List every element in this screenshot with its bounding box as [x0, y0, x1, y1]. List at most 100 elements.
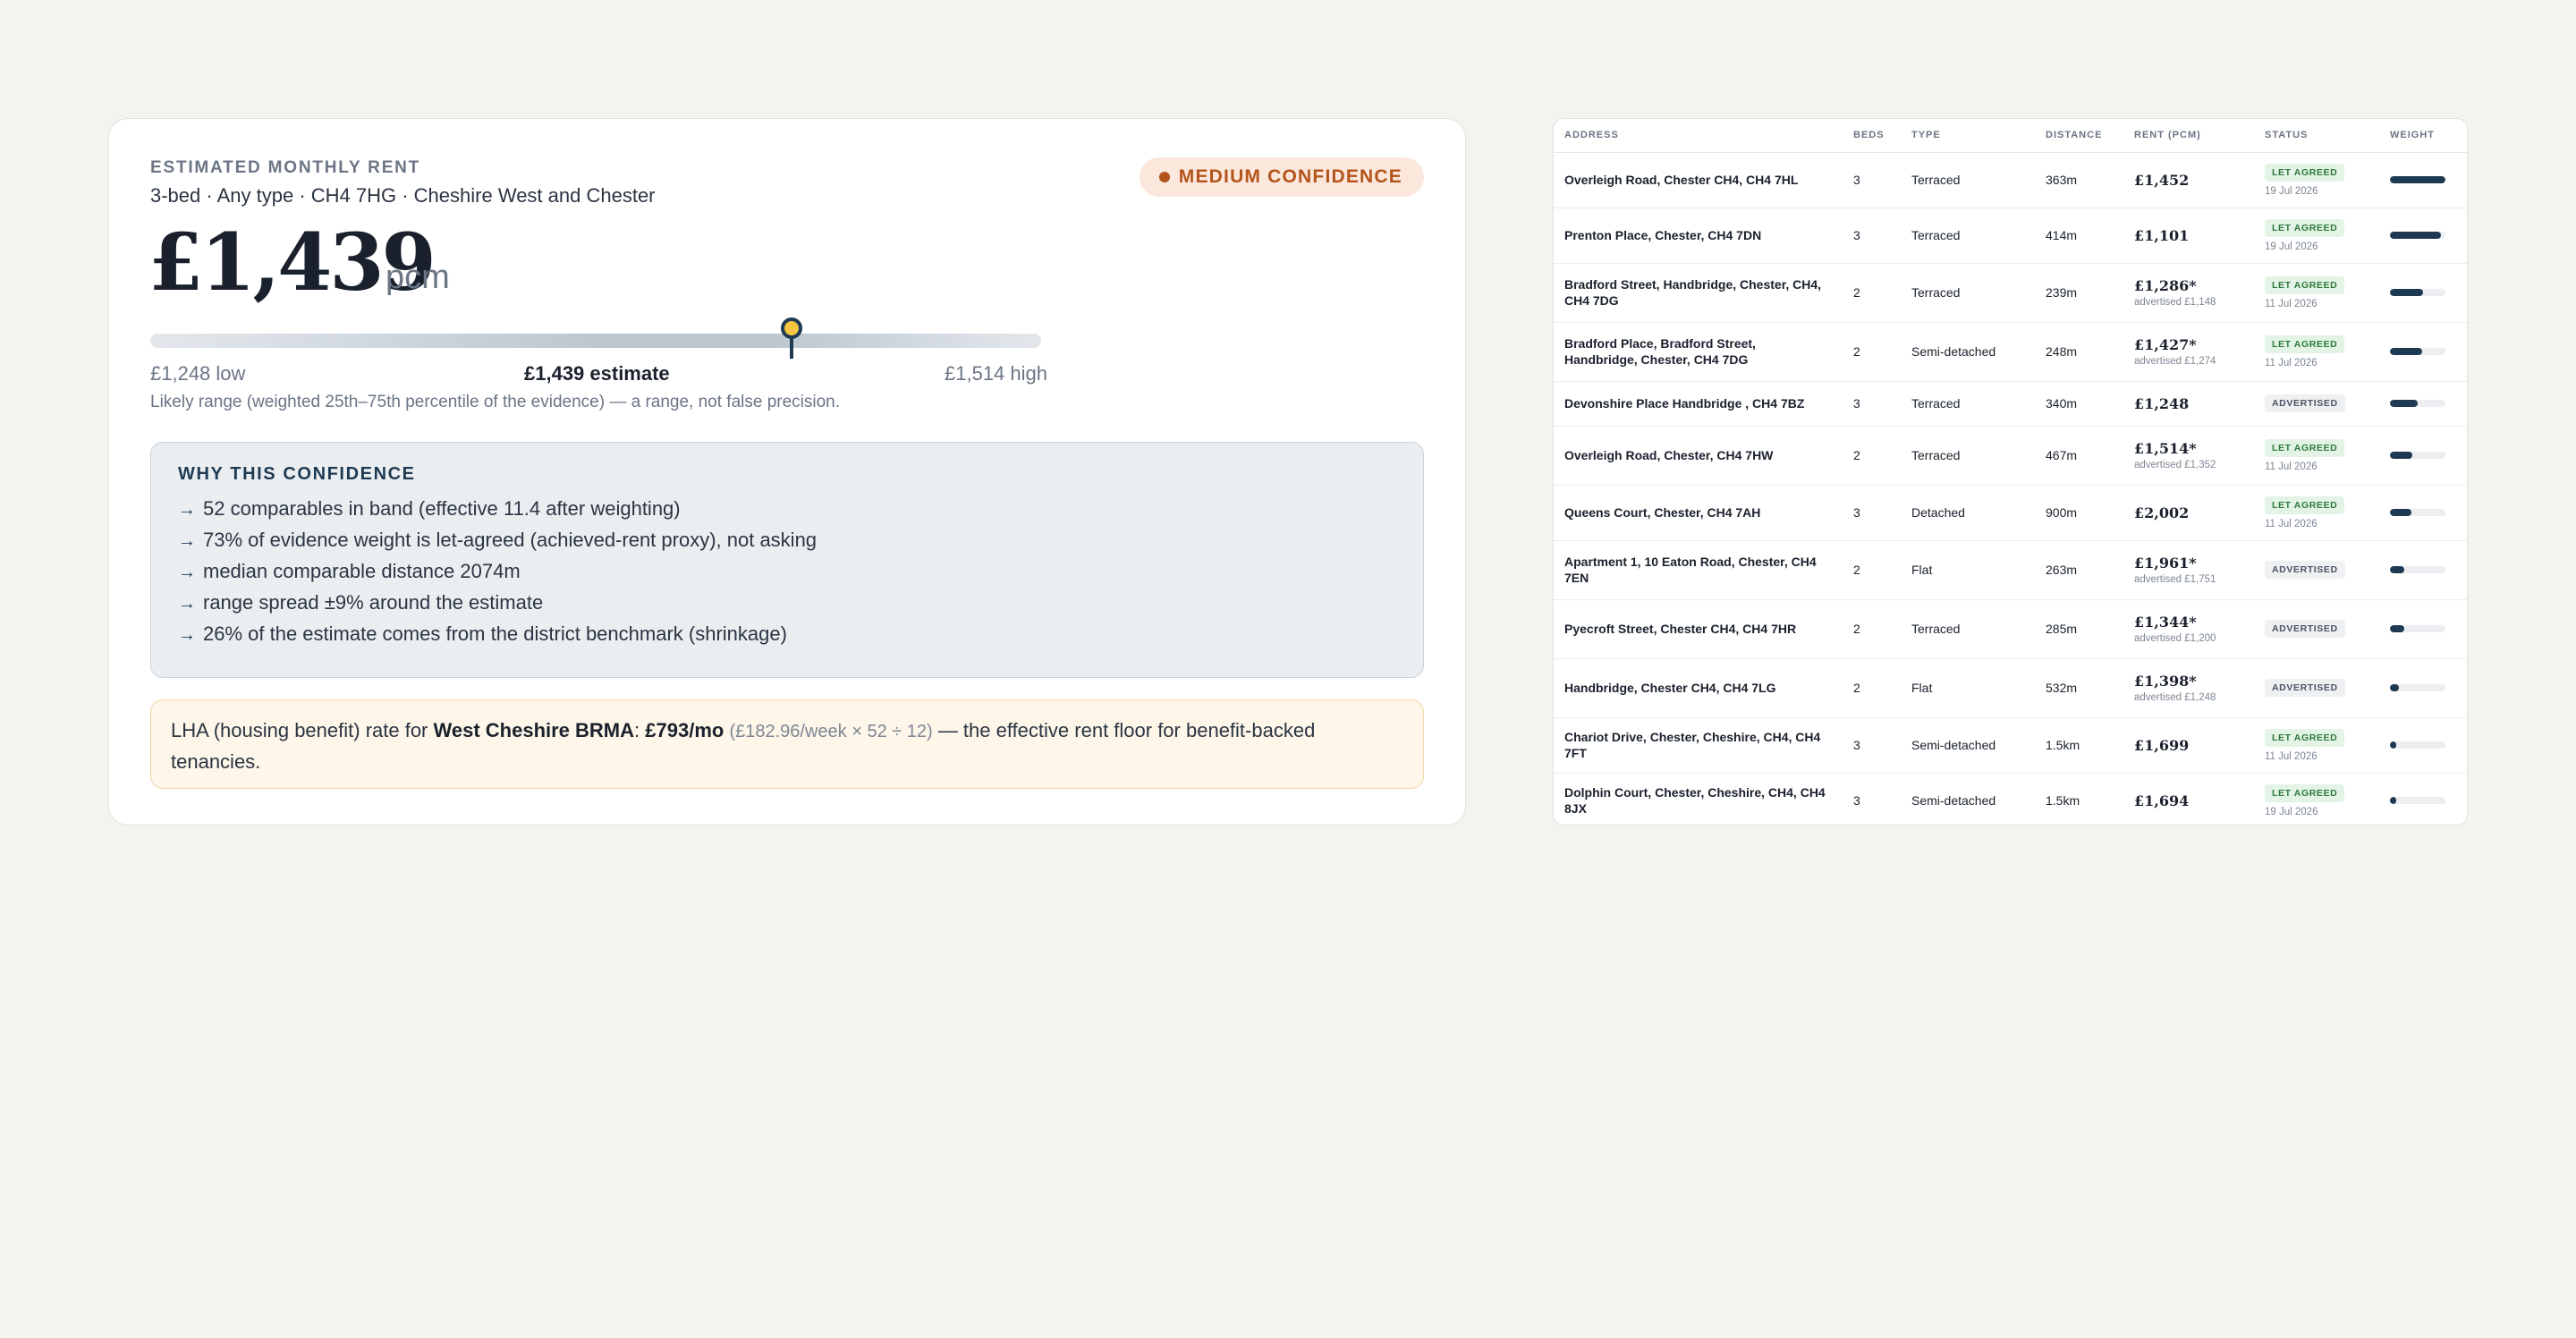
weight-fill: [2390, 566, 2405, 573]
weight-fill: [2390, 232, 2442, 239]
address-text: Handbridge, Chester CH4, CH4 7LG: [1564, 681, 1776, 695]
why-item: → 73% of evidence weight is let-agreed (a…: [178, 529, 1396, 560]
status-badge: LET AGREED: [2265, 495, 2345, 514]
status-date: 11 Jul 2026: [2265, 750, 2318, 762]
cell-distance: 532m: [2035, 658, 2123, 718]
cell-distance: 363m: [2035, 152, 2123, 208]
why-confidence-list: → 52 comparables in band (effective 11.4 …: [178, 497, 1396, 654]
column-header-rent[interactable]: RENT (PCM): [2123, 119, 2254, 153]
marker-stem: [790, 337, 794, 359]
weight-fill: [2390, 400, 2418, 407]
table-row[interactable]: Bradford Place, Bradford Street, Handbri…: [1554, 322, 2467, 382]
column-header-beds[interactable]: BEDS: [1843, 119, 1901, 153]
cell-type: Terraced: [1901, 207, 2035, 264]
table-row[interactable]: Overleigh Road, Chester, CH4 7HW 2 Terrace…: [1554, 426, 2467, 486]
cell-weight: [2379, 207, 2467, 264]
cell-type: Semi-detached: [1901, 773, 2035, 825]
column-header-distance[interactable]: DISTANCE: [2035, 119, 2123, 153]
weight-bar: [2390, 684, 2445, 691]
cell-weight: [2379, 773, 2467, 825]
cell-beds: 3: [1843, 717, 1901, 774]
range-high-label: £1,514 high: [945, 362, 1047, 385]
status-badge: LET AGREED: [2265, 783, 2345, 802]
table-row[interactable]: Dolphin Court, Chester, Cheshire, CH4, C…: [1554, 773, 2467, 825]
weight-fill: [2390, 797, 2397, 804]
rent-value: £1,344*: [2134, 614, 2197, 631]
arrow-right-icon: →: [178, 625, 196, 645]
table-row[interactable]: Chariot Drive, Chester, Cheshire, CH4, C…: [1554, 717, 2467, 774]
table-row[interactable]: Overleigh Road, Chester CH4, CH4 7HL 3 Ter…: [1554, 152, 2467, 208]
table-row[interactable]: Devonshire Place Handbridge , CH4 7BZ 3 Te…: [1554, 381, 2467, 427]
cell-type: Terraced: [1901, 599, 2035, 659]
cell-status: LET AGREED 11 Jul 2026: [2254, 426, 2379, 486]
cell-rent: £1,427* advertised £1,274: [2123, 322, 2254, 382]
weight-fill: [2390, 741, 2397, 749]
weight-fill: [2390, 289, 2424, 296]
weight-bar: [2390, 797, 2445, 804]
cell-type: Terraced: [1901, 426, 2035, 486]
cell-rent: £2,002: [2123, 485, 2254, 541]
rent-value: £1,101: [2134, 226, 2190, 244]
cell-rent: £1,452: [2123, 152, 2254, 208]
estimate-label: ESTIMATED MONTHLY RENT: [150, 158, 421, 177]
weight-bar: [2390, 400, 2445, 407]
cell-address: Bradford Street, Handbridge, Chester, CH…: [1554, 263, 1843, 323]
why-item: → 52 comparables in band (effective 11.4 …: [178, 497, 1396, 529]
cell-weight: [2379, 381, 2467, 427]
cell-status: LET AGREED 11 Jul 2026: [2254, 322, 2379, 382]
status-badge: LET AGREED: [2265, 218, 2345, 237]
cell-distance: 900m: [2035, 485, 2123, 541]
table-row[interactable]: Apartment 1, 10 Eaton Road, Chester, CH4…: [1554, 540, 2467, 600]
cell-address: Apartment 1, 10 Eaton Road, Chester, CH4…: [1554, 540, 1843, 600]
table-row[interactable]: Prenton Place, Chester, CH4 7DN 3 Terraced…: [1554, 207, 2467, 264]
rent-value: £1,286*: [2134, 277, 2197, 294]
status-badge: LET AGREED: [2265, 334, 2345, 353]
cell-rent: £1,961* advertised £1,751: [2123, 540, 2254, 600]
cell-status: LET AGREED 19 Jul 2026: [2254, 207, 2379, 264]
cell-beds: 2: [1843, 599, 1901, 659]
address-text: Chariot Drive, Chester, Cheshire, CH4, C…: [1564, 730, 1821, 760]
column-header-address[interactable]: ADDRESS: [1554, 119, 1843, 153]
cell-beds: 3: [1843, 381, 1901, 427]
cell-beds: 2: [1843, 540, 1901, 600]
lha-rate: £793/mo: [645, 719, 724, 741]
cell-weight: [2379, 717, 2467, 774]
arrow-right-icon: →: [178, 500, 196, 520]
table-row[interactable]: Handbridge, Chester CH4, CH4 7LG 2 Flat 532…: [1554, 658, 2467, 718]
address-text: Bradford Street, Handbridge, Chester, CH…: [1564, 277, 1822, 308]
table-row[interactable]: Bradford Street, Handbridge, Chester, CH…: [1554, 263, 2467, 323]
column-header-type[interactable]: TYPE: [1901, 119, 2035, 153]
table-row[interactable]: Pyecroft Street, Chester CH4, CH4 7HR 2 Te…: [1554, 599, 2467, 659]
cell-address: Devonshire Place Handbridge , CH4 7BZ: [1554, 381, 1843, 427]
status-badge: ADVERTISED: [2265, 561, 2345, 579]
cell-beds: 3: [1843, 773, 1901, 825]
address-text: Queens Court, Chester, CH4 7AH: [1564, 505, 1761, 520]
address-text: Bradford Place, Bradford Street, Handbri…: [1564, 336, 1756, 367]
status-date: 11 Jul 2026: [2265, 518, 2318, 529]
why-item: → median comparable distance 2074m: [178, 560, 1396, 591]
weight-bar: [2390, 509, 2445, 516]
rent-value: £1,961*: [2134, 555, 2197, 572]
weight-fill: [2390, 625, 2405, 632]
address-text: Prenton Place, Chester, CH4 7DN: [1564, 228, 1762, 242]
cell-weight: [2379, 599, 2467, 659]
status-date: 11 Jul 2026: [2265, 461, 2318, 472]
rent-value: £1,398*: [2134, 673, 2197, 690]
cell-rent: £1,398* advertised £1,248: [2123, 658, 2254, 718]
cell-type: Terraced: [1901, 381, 2035, 427]
cell-distance: 263m: [2035, 540, 2123, 600]
column-header-status[interactable]: STATUS: [2254, 119, 2379, 153]
arrow-right-icon: →: [178, 531, 196, 551]
weight-bar: [2390, 625, 2445, 632]
confidence-label: MEDIUM CONFIDENCE: [1178, 166, 1402, 187]
cell-weight: [2379, 540, 2467, 600]
cell-type: Terraced: [1901, 152, 2035, 208]
cell-weight: [2379, 152, 2467, 208]
why-item-text: 52 comparables in band (effective 11.4 a…: [203, 497, 681, 520]
rent-advertised: advertised £1,248: [2134, 692, 2216, 703]
arrow-right-icon: →: [178, 563, 196, 582]
table-row[interactable]: Queens Court, Chester, CH4 7AH 3 Detached 9…: [1554, 485, 2467, 541]
cell-type: Flat: [1901, 658, 2035, 718]
cell-status: ADVERTISED: [2254, 381, 2379, 427]
column-header-weight[interactable]: WEIGHT: [2379, 119, 2467, 153]
